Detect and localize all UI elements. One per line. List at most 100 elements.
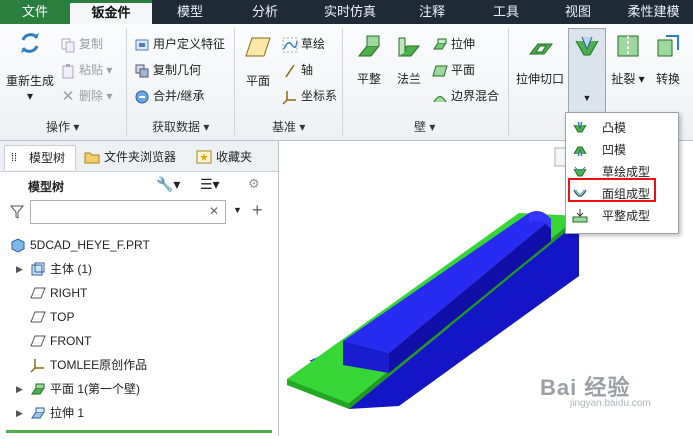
wall-plane-button[interactable]: 平面	[432, 60, 475, 80]
datum-group-label[interactable]: 基准 ▾	[272, 118, 305, 135]
flange-button[interactable]: 法兰	[390, 32, 428, 87]
tab-favorites[interactable]: 收藏夹	[192, 145, 262, 169]
flat-wall-label: 平整	[356, 72, 381, 86]
group-divider	[342, 28, 343, 136]
extrude-cut-icon	[528, 43, 554, 55]
favorites-icon	[196, 150, 212, 164]
paste-icon	[62, 63, 74, 79]
datum-plane-icon	[30, 311, 46, 323]
tab-analysis[interactable]: 分析	[235, 0, 295, 24]
tree-columns-icon[interactable]: ☰▾	[200, 176, 220, 193]
expand-icon[interactable]: ▶	[16, 378, 23, 400]
paste-button[interactable]: 粘贴 ▾	[60, 60, 112, 80]
copy-geometry-button[interactable]: 复制几何	[134, 60, 201, 80]
flat-wall-button[interactable]: 平整	[350, 32, 388, 87]
convert-label: 转换	[655, 72, 680, 86]
delete-label: 删除	[79, 89, 104, 103]
tab-sheetmetal[interactable]: 钣金件	[70, 0, 152, 24]
wall-group-label[interactable]: 壁 ▾	[414, 118, 435, 135]
flange-label: 法兰	[396, 72, 421, 86]
highlight-box	[568, 178, 656, 202]
tab-flexible-modeling[interactable]: 柔性建模	[614, 0, 693, 24]
datum-plane-label: 平面	[245, 74, 270, 88]
axis-icon	[285, 64, 295, 78]
flange-icon	[397, 37, 421, 57]
folder-icon	[84, 152, 100, 164]
merge-inherit-button[interactable]: 合并/继承	[134, 86, 204, 106]
model-tree-title: 模型树	[28, 180, 65, 194]
sketch-button[interactable]: 草绘	[282, 34, 325, 54]
clear-icon[interactable]: ✕	[209, 204, 219, 218]
csys-label: 坐标系	[301, 89, 338, 103]
copy-button[interactable]: 复制	[60, 34, 103, 54]
extrude-cut-button[interactable]: 拉伸切口	[512, 32, 568, 87]
baidu-watermark-url: jingyan.baidu.com	[570, 398, 651, 409]
group-divider	[234, 28, 235, 136]
menu-item-die[interactable]: 凹模	[566, 139, 676, 161]
wall-plane-label: 平面	[451, 63, 476, 77]
sketch-icon	[282, 37, 298, 53]
udf-label: 用户定义特征	[153, 37, 226, 51]
coordinate-system-icon	[282, 90, 296, 105]
delete-icon: ✕	[61, 87, 75, 105]
tree-settings-icon[interactable]: 🔧▾	[156, 176, 180, 193]
csys-button[interactable]: 坐标系	[282, 86, 337, 106]
chevron-down-icon: ▾	[26, 89, 34, 103]
expand-icon[interactable]: ▶	[16, 258, 23, 280]
sketch-label: 草绘	[301, 37, 326, 51]
copy-label: 复制	[79, 37, 104, 51]
form-button[interactable]: ▼	[568, 28, 606, 116]
extrude-cut-label: 拉伸切口	[515, 72, 564, 86]
die-icon	[573, 146, 587, 157]
group-divider	[508, 28, 509, 136]
merge-inherit-icon	[135, 90, 149, 104]
tree-search-input[interactable]: ✕	[30, 200, 226, 224]
tab-view[interactable]: 视图	[546, 0, 610, 24]
tab-model[interactable]: 模型	[160, 0, 220, 24]
plane-icon	[245, 37, 271, 57]
tab-tools[interactable]: 工具	[474, 0, 538, 24]
udf-button[interactable]: 用户定义特征	[134, 34, 225, 54]
boundary-blend-button[interactable]: 边界混合	[432, 86, 499, 106]
datum-plane-icon	[30, 335, 46, 347]
paste-label: 粘贴	[79, 63, 104, 77]
expand-icon[interactable]: ▶	[16, 402, 23, 424]
menu-item-flatten-form[interactable]: 平整成型	[566, 205, 676, 227]
tab-model-tree[interactable]: ⁞⁞ 模型树	[4, 145, 76, 170]
get-data-group-label[interactable]: 获取数据 ▾	[152, 118, 209, 135]
rip-label: 扯裂	[611, 72, 636, 86]
extrude-icon	[31, 407, 45, 419]
regenerate-button[interactable]: 重新生成 ▾	[4, 30, 56, 103]
merge-inherit-label: 合并/继承	[153, 89, 205, 103]
flat-wall-icon	[31, 383, 45, 395]
menu-item-punch[interactable]: 凸模	[566, 117, 676, 139]
regenerate-label: 重新生成	[5, 74, 54, 88]
tree-insert-indicator	[6, 430, 272, 433]
delete-button[interactable]: ✕ 删除 ▾	[60, 86, 113, 106]
operations-group-label[interactable]: 操作 ▾	[46, 118, 79, 135]
tab-realtime-sim[interactable]: 实时仿真	[308, 0, 392, 24]
form-icon	[575, 36, 599, 56]
axis-button[interactable]: 轴	[282, 60, 313, 80]
wall-extrude-button[interactable]: 拉伸	[432, 34, 475, 54]
add-icon[interactable]: +	[252, 200, 263, 221]
copy-geometry-label: 复制几何	[153, 63, 202, 77]
filter-icon	[10, 205, 24, 219]
datum-plane-button[interactable]: 平面	[240, 36, 276, 89]
tab-folder-browser[interactable]: 文件夹浏览器	[80, 145, 188, 169]
tab-annotate[interactable]: 注释	[400, 0, 464, 24]
tree-display-icon[interactable]: ⚙	[248, 176, 260, 192]
rip-button[interactable]: 扯裂 ▾	[610, 32, 646, 87]
tree-filter-row: ✕ ▼ +	[0, 198, 278, 228]
chevron-down-icon[interactable]: ▼	[233, 205, 242, 215]
rip-icon	[617, 35, 639, 57]
tab-file[interactable]: 文件	[0, 0, 70, 24]
copy-geometry-icon	[135, 64, 149, 78]
navigator-tabs: ⁞⁞ 模型树 文件夹浏览器 收藏夹	[0, 141, 278, 172]
convert-icon	[657, 35, 679, 57]
punch-icon	[573, 121, 587, 133]
copy-icon	[61, 38, 75, 53]
wall-plane-icon	[432, 65, 448, 77]
convert-button[interactable]: 转换	[650, 32, 686, 87]
boundary-blend-icon	[433, 95, 447, 103]
